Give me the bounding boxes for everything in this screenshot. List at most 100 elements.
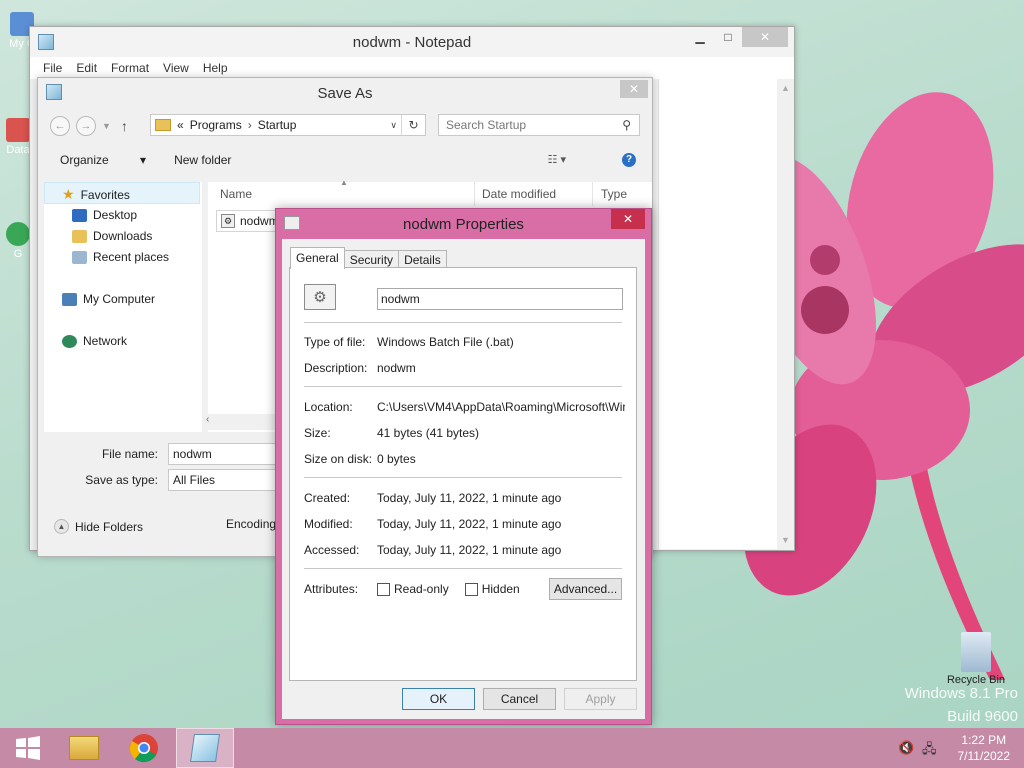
close-button[interactable]: ✕ xyxy=(611,209,645,229)
properties-body: General Security Details ⚙ nodwm Type of… xyxy=(282,239,645,719)
menu-edit[interactable]: Edit xyxy=(69,61,104,75)
size-row: Size: 41 bytes (41 bytes) xyxy=(304,426,480,440)
notepad-text-area[interactable]: ▲ ▼ xyxy=(658,79,794,549)
maximize-button[interactable]: □ xyxy=(714,27,742,47)
breadcrumb-programs[interactable]: Programs xyxy=(190,118,242,132)
breadcrumb-separator-icon: › xyxy=(247,118,252,132)
column-name[interactable]: Name xyxy=(220,182,252,206)
clock-time: 1:22 PM xyxy=(961,733,1007,747)
horizontal-scrollbar[interactable]: ‹ xyxy=(202,414,282,430)
recent-locations-icon[interactable]: ▼ xyxy=(102,121,111,131)
close-button[interactable]: ✕ xyxy=(620,80,648,98)
sort-arrow-icon: ▲ xyxy=(340,178,348,187)
description-row: Description: nodwm xyxy=(304,361,416,375)
hide-folders-button[interactable]: ▲ Hide Folders xyxy=(54,519,143,534)
menu-format[interactable]: Format xyxy=(104,61,156,75)
tab-strip: General Security Details xyxy=(290,247,447,269)
save-type-select[interactable]: All Files xyxy=(168,469,278,491)
divider xyxy=(304,386,622,387)
nav-item-network[interactable]: Network xyxy=(62,334,127,348)
apply-button[interactable]: Apply xyxy=(564,688,637,710)
readonly-checkbox[interactable]: Read-only xyxy=(377,582,449,596)
close-button[interactable]: ✕ xyxy=(742,27,788,47)
notepad-menubar: File Edit Format View Help xyxy=(30,57,794,79)
computer-icon xyxy=(62,292,77,306)
advanced-button[interactable]: Advanced... xyxy=(549,578,622,600)
file-explorer-button[interactable] xyxy=(56,728,112,768)
star-icon: ★ xyxy=(62,186,75,202)
modified-row: Modified: Today, July 11, 2022, 1 minute … xyxy=(304,517,562,531)
size-on-disk-row: Size on disk: 0 bytes xyxy=(304,452,416,466)
notepad-titlebar[interactable]: nodwm - Notepad ▁ □ ✕ xyxy=(30,27,794,57)
network-status-icon[interactable]: 🖧 xyxy=(922,740,937,762)
forward-button[interactable]: → xyxy=(76,116,96,136)
chrome-icon xyxy=(129,734,158,763)
tab-general[interactable]: General xyxy=(290,247,345,269)
ok-button[interactable]: OK xyxy=(402,688,475,710)
back-button[interactable]: ← xyxy=(50,116,70,136)
folder-icon xyxy=(69,736,99,760)
file-name-field[interactable]: nodwm xyxy=(377,288,623,310)
column-date-modified[interactable]: Date modified xyxy=(474,182,556,206)
view-options-icon[interactable]: ☷ ▾ xyxy=(548,153,566,166)
search-input[interactable]: Search Startup ⚲ xyxy=(438,114,640,136)
address-bar-row: ← → ▼ ↑ « Programs › Startup ∨ ↻ Search … xyxy=(50,114,640,138)
notepad-scrollbar[interactable]: ▲ ▼ xyxy=(777,79,794,549)
file-name-input[interactable]: nodwm xyxy=(168,443,278,465)
general-tab-panel: ⚙ nodwm Type of file: Windows Batch File … xyxy=(289,267,637,681)
menu-help[interactable]: Help xyxy=(196,61,235,75)
up-button[interactable]: ↑ xyxy=(121,118,128,134)
folder-icon xyxy=(155,119,171,131)
checkbox-box xyxy=(377,582,390,596)
breadcrumb-overflow[interactable]: « xyxy=(177,118,184,132)
properties-title: nodwm Properties xyxy=(403,215,524,233)
shortcut-icon xyxy=(6,118,30,142)
breadcrumb-startup[interactable]: Startup xyxy=(258,118,297,132)
address-dropdown-icon[interactable]: ∨ xyxy=(390,120,397,131)
chrome-icon xyxy=(6,222,30,246)
start-button[interactable] xyxy=(0,728,56,768)
encoding-label: Encoding xyxy=(226,517,277,531)
save-as-title: Save As xyxy=(317,84,373,102)
notepad-icon xyxy=(38,34,54,50)
batch-file-icon: ⚙ xyxy=(304,284,336,310)
address-bar[interactable]: « Programs › Startup ∨ ↻ xyxy=(150,114,426,136)
notepad-title: nodwm - Notepad xyxy=(352,33,472,51)
attributes-row: Attributes: Read-only Hidden xyxy=(304,582,520,596)
desktop-icon-recycle-bin[interactable]: Recycle Bin xyxy=(946,632,1006,686)
nav-item-downloads[interactable]: Downloads xyxy=(72,229,152,243)
column-type[interactable]: Type xyxy=(592,182,627,206)
command-bar: Organize ▾ New folder ☷ ▾ ? xyxy=(38,146,652,174)
save-as-titlebar[interactable]: Save As ✕ xyxy=(38,78,652,108)
new-folder-button[interactable]: New folder xyxy=(174,153,231,167)
notepad-taskbar-button[interactable] xyxy=(176,728,234,768)
nav-item-recent-places[interactable]: Recent places xyxy=(72,250,169,264)
batch-file-icon: ⚙ xyxy=(221,214,235,228)
accessed-row: Accessed: Today, July 11, 2022, 1 minute … xyxy=(304,543,562,557)
cancel-button[interactable]: Cancel xyxy=(483,688,556,710)
chevron-up-icon: ▲ xyxy=(54,519,69,534)
clock[interactable]: 1:22 PM 7/11/2022 xyxy=(958,732,1011,764)
refresh-icon[interactable]: ↻ xyxy=(401,115,425,135)
menu-view[interactable]: View xyxy=(156,61,196,75)
taskbar: 🔇 🖧 1:22 PM 7/11/2022 xyxy=(0,728,1024,768)
location-row: Location: C:\Users\VM4\AppData\Roaming\Mi… xyxy=(304,400,625,414)
divider xyxy=(304,568,622,569)
recycle-bin-icon xyxy=(961,632,991,672)
chrome-button[interactable] xyxy=(116,728,172,768)
search-icon[interactable]: ⚲ xyxy=(622,118,631,132)
windows-logo-icon xyxy=(16,736,40,760)
nav-item-my-computer[interactable]: My Computer xyxy=(62,292,155,306)
properties-titlebar[interactable]: nodwm Properties ✕ xyxy=(276,209,651,239)
hidden-checkbox[interactable]: Hidden xyxy=(464,582,520,596)
nav-item-desktop[interactable]: Desktop xyxy=(72,208,137,222)
organize-button[interactable]: Organize ▾ xyxy=(60,153,146,167)
volume-muted-icon[interactable]: 🔇 xyxy=(898,740,914,756)
help-icon[interactable]: ? xyxy=(622,153,636,167)
nav-item-favorites[interactable]: ★ Favorites xyxy=(62,186,130,203)
divider xyxy=(304,477,622,478)
clock-date: 7/11/2022 xyxy=(957,749,1011,763)
minimize-button[interactable]: ▁ xyxy=(686,27,714,47)
menu-file[interactable]: File xyxy=(36,61,69,75)
os-watermark: Windows 8.1 Pro Build 9600 xyxy=(904,685,1018,725)
